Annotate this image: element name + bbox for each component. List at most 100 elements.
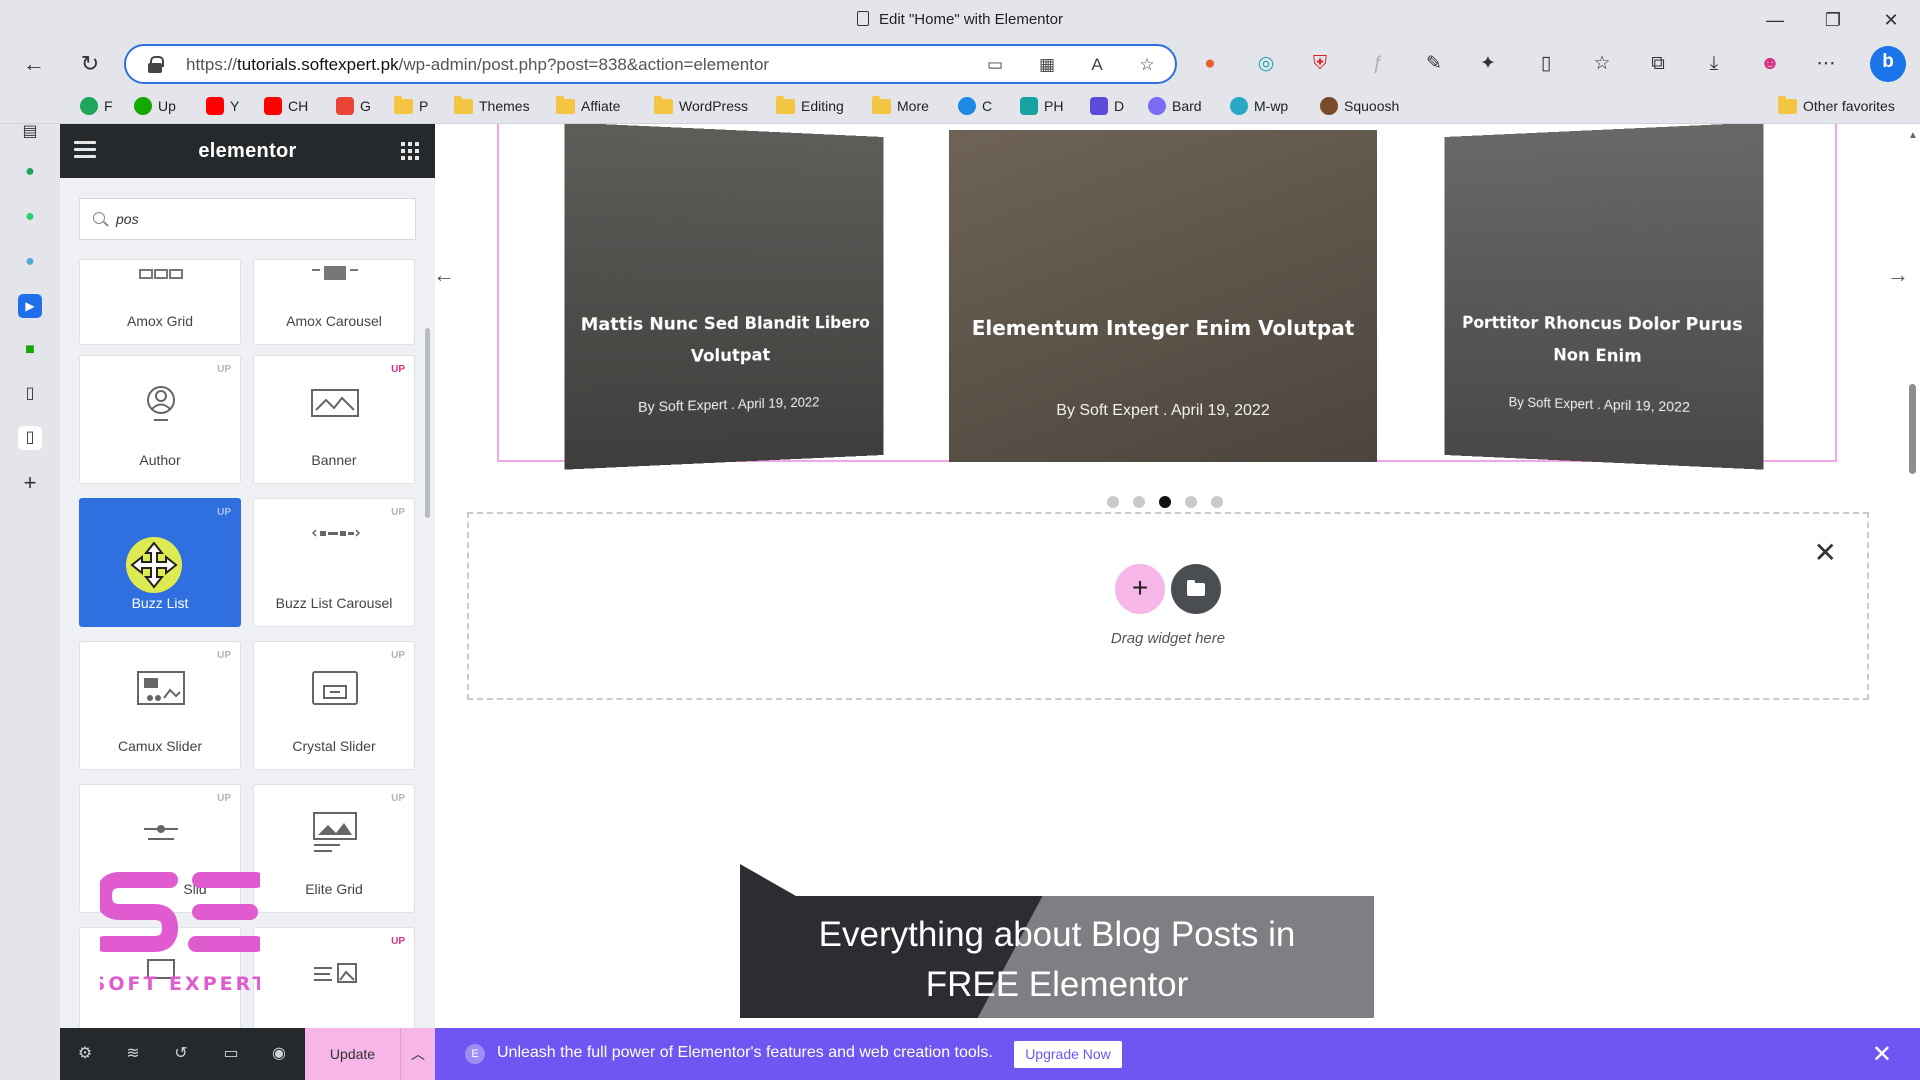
bookmark-folder[interactable]: More	[872, 95, 929, 117]
bookmark-item[interactable]: F	[80, 95, 113, 117]
bookmark-item[interactable]: Bard	[1148, 95, 1202, 117]
widget-banner[interactable]: UP Banner	[253, 355, 415, 484]
widget-author[interactable]: UP Author	[79, 355, 241, 484]
widget-elite-grid[interactable]: UP Elite Grid	[253, 784, 415, 913]
carousel-icon	[310, 262, 360, 306]
slider-icon	[136, 811, 186, 855]
close-window-button[interactable]: ✕	[1868, 6, 1914, 34]
carousel-slide[interactable]: Mattis Nunc Sed Blandit Libero Volutpat …	[565, 124, 884, 470]
collections-icon[interactable]: ⧉	[1642, 48, 1674, 80]
pagination-dot-active[interactable]	[1159, 496, 1171, 508]
settings-gear-icon[interactable]: ⚙	[74, 1043, 96, 1065]
widget-buzz-list-carousel[interactable]: UP Buzz List Carousel	[253, 498, 415, 627]
search-query[interactable]: pos	[116, 211, 139, 227]
folder-icon	[776, 99, 795, 114]
close-icon[interactable]: ✕	[1872, 1040, 1892, 1069]
bookmark-item[interactable]: CH	[264, 95, 308, 117]
minimize-button[interactable]: —	[1752, 6, 1798, 34]
extensions-puzzle-icon[interactable]: ✦	[1472, 48, 1504, 80]
bookmark-item[interactable]: Y	[206, 95, 239, 117]
history-icon[interactable]: ↺	[170, 1043, 192, 1065]
close-icon[interactable]: ✕	[1814, 536, 1837, 569]
extension-wp-icon[interactable]: ●	[1194, 48, 1226, 80]
read-aloud-icon[interactable]: A	[1086, 54, 1108, 76]
widget-amox-carousel[interactable]: Amox Carousel	[253, 259, 415, 345]
widget-search-input[interactable]: pos	[79, 198, 416, 240]
drag-widget-hint: Drag widget here	[469, 630, 1867, 647]
tab-actions-icon[interactable]: ▤	[18, 120, 42, 144]
posts-carousel[interactable]: Mattis Nunc Sed Blandit Libero Volutpat …	[497, 124, 1837, 462]
widget-camux-slider[interactable]: UP Camux Slider	[79, 641, 241, 770]
pagination-dot[interactable]	[1211, 496, 1223, 508]
page-icon[interactable]: ▯	[18, 382, 42, 406]
extension-picker-icon[interactable]: ✎	[1418, 48, 1450, 80]
device-icon[interactable]: ▭	[984, 54, 1006, 76]
layers-icon[interactable]: ≋	[122, 1043, 144, 1065]
widget-image-list[interactable]: UP	[253, 927, 415, 1028]
bookmark-item[interactable]: M-wp	[1230, 95, 1288, 117]
video-app-icon[interactable]: ▶	[18, 294, 42, 318]
upgrade-now-button[interactable]: Upgrade Now	[1014, 1041, 1122, 1068]
carousel-prev-arrow-icon[interactable]: ←	[435, 262, 455, 288]
widgets-grid-icon[interactable]	[401, 142, 419, 160]
pagination-dot[interactable]	[1133, 496, 1145, 508]
upwork-icon[interactable]: ■	[18, 338, 42, 362]
responsive-mode-icon[interactable]: ▭	[220, 1043, 242, 1065]
bookmark-item[interactable]: PH	[1020, 95, 1063, 117]
pagination-dot[interactable]	[1107, 496, 1119, 508]
reload-icon[interactable]: ↻	[74, 48, 106, 80]
apps-icon[interactable]: ▦	[1036, 54, 1058, 76]
scroll-thumb[interactable]	[1909, 384, 1916, 474]
address-url[interactable]: https://tutorials.softexpert.pk/wp-admin…	[186, 55, 769, 75]
update-button[interactable]: Update	[305, 1028, 400, 1080]
profile-icon[interactable]: ☻	[1754, 48, 1786, 80]
elementor-logo: elementor	[60, 140, 435, 163]
extension-shield-icon[interactable]: ⛨	[1304, 48, 1336, 80]
widget-buzz-list[interactable]: UP Buzz List	[79, 498, 241, 627]
bookmark-folder[interactable]: Themes	[454, 95, 530, 117]
page-icon[interactable]: ▯	[18, 426, 42, 450]
bookmark-folder[interactable]: P	[394, 95, 428, 117]
preview-eye-icon[interactable]: ◉	[268, 1043, 290, 1065]
canvas-scrollbar[interactable]: ▲	[1905, 124, 1920, 1028]
pro-badge-icon: UP	[391, 793, 405, 804]
more-menu-icon[interactable]: ⋯	[1810, 48, 1842, 80]
widget-drop-zone[interactable]: ✕ + Drag widget here	[467, 512, 1869, 700]
back-arrow-icon[interactable]: ←	[18, 48, 50, 80]
restore-button[interactable]: ❐	[1810, 6, 1856, 34]
carousel-slide-active[interactable]: Elementum Integer Enim Volutpat By Soft …	[949, 130, 1377, 462]
extension-cloud-icon[interactable]: ◎	[1250, 48, 1282, 80]
bookmark-folder[interactable]: Affiate	[556, 95, 620, 117]
bookmark-folder[interactable]: WordPress	[654, 95, 748, 117]
bookmark-item[interactable]: Squoosh	[1320, 95, 1399, 117]
panel-scrollbar[interactable]	[425, 328, 430, 518]
bookmark-folder[interactable]: Editing	[776, 95, 844, 117]
bookmark-item[interactable]: C	[958, 95, 992, 117]
chevron-up-icon[interactable]: ︿	[400, 1028, 435, 1080]
user-icon	[136, 382, 186, 426]
edge-app-icon[interactable]: ●	[18, 250, 42, 274]
bing-icon[interactable]: b	[1870, 46, 1906, 82]
split-screen-icon[interactable]: ▯	[1530, 48, 1562, 80]
add-template-button[interactable]	[1171, 564, 1221, 614]
whatsapp-icon[interactable]: ●	[18, 205, 42, 229]
widget-crystal-slider[interactable]: UP Crystal Slider	[253, 641, 415, 770]
address-bar[interactable]: https://tutorials.softexpert.pk/wp-admin…	[124, 44, 1177, 84]
favorite-star-icon[interactable]: ☆	[1136, 54, 1158, 76]
other-favorites-folder[interactable]: Other favorites	[1778, 95, 1895, 117]
bookmark-item[interactable]: D	[1090, 95, 1124, 117]
carousel-next-arrow-icon[interactable]: →	[1887, 262, 1905, 288]
upwork-icon	[134, 97, 152, 115]
favorites-icon[interactable]: ☆	[1586, 48, 1618, 80]
carousel-slide[interactable]: Porttitor Rhoncus Dolor Purus Non Enim B…	[1445, 124, 1764, 470]
bookmark-item[interactable]: G	[336, 95, 371, 117]
fiverr-icon[interactable]: ●	[18, 160, 42, 184]
add-section-button[interactable]: +	[1115, 564, 1165, 614]
scroll-up-icon[interactable]: ▲	[1908, 130, 1918, 141]
widget-amox-grid[interactable]: Amox Grid	[79, 259, 241, 345]
add-icon[interactable]: +	[18, 471, 42, 495]
pagination-dot[interactable]	[1185, 496, 1197, 508]
bookmark-item[interactable]: Up	[134, 95, 176, 117]
download-icon[interactable]: ⤓	[1698, 48, 1730, 80]
extension-font-icon[interactable]: ƒ	[1362, 48, 1394, 80]
